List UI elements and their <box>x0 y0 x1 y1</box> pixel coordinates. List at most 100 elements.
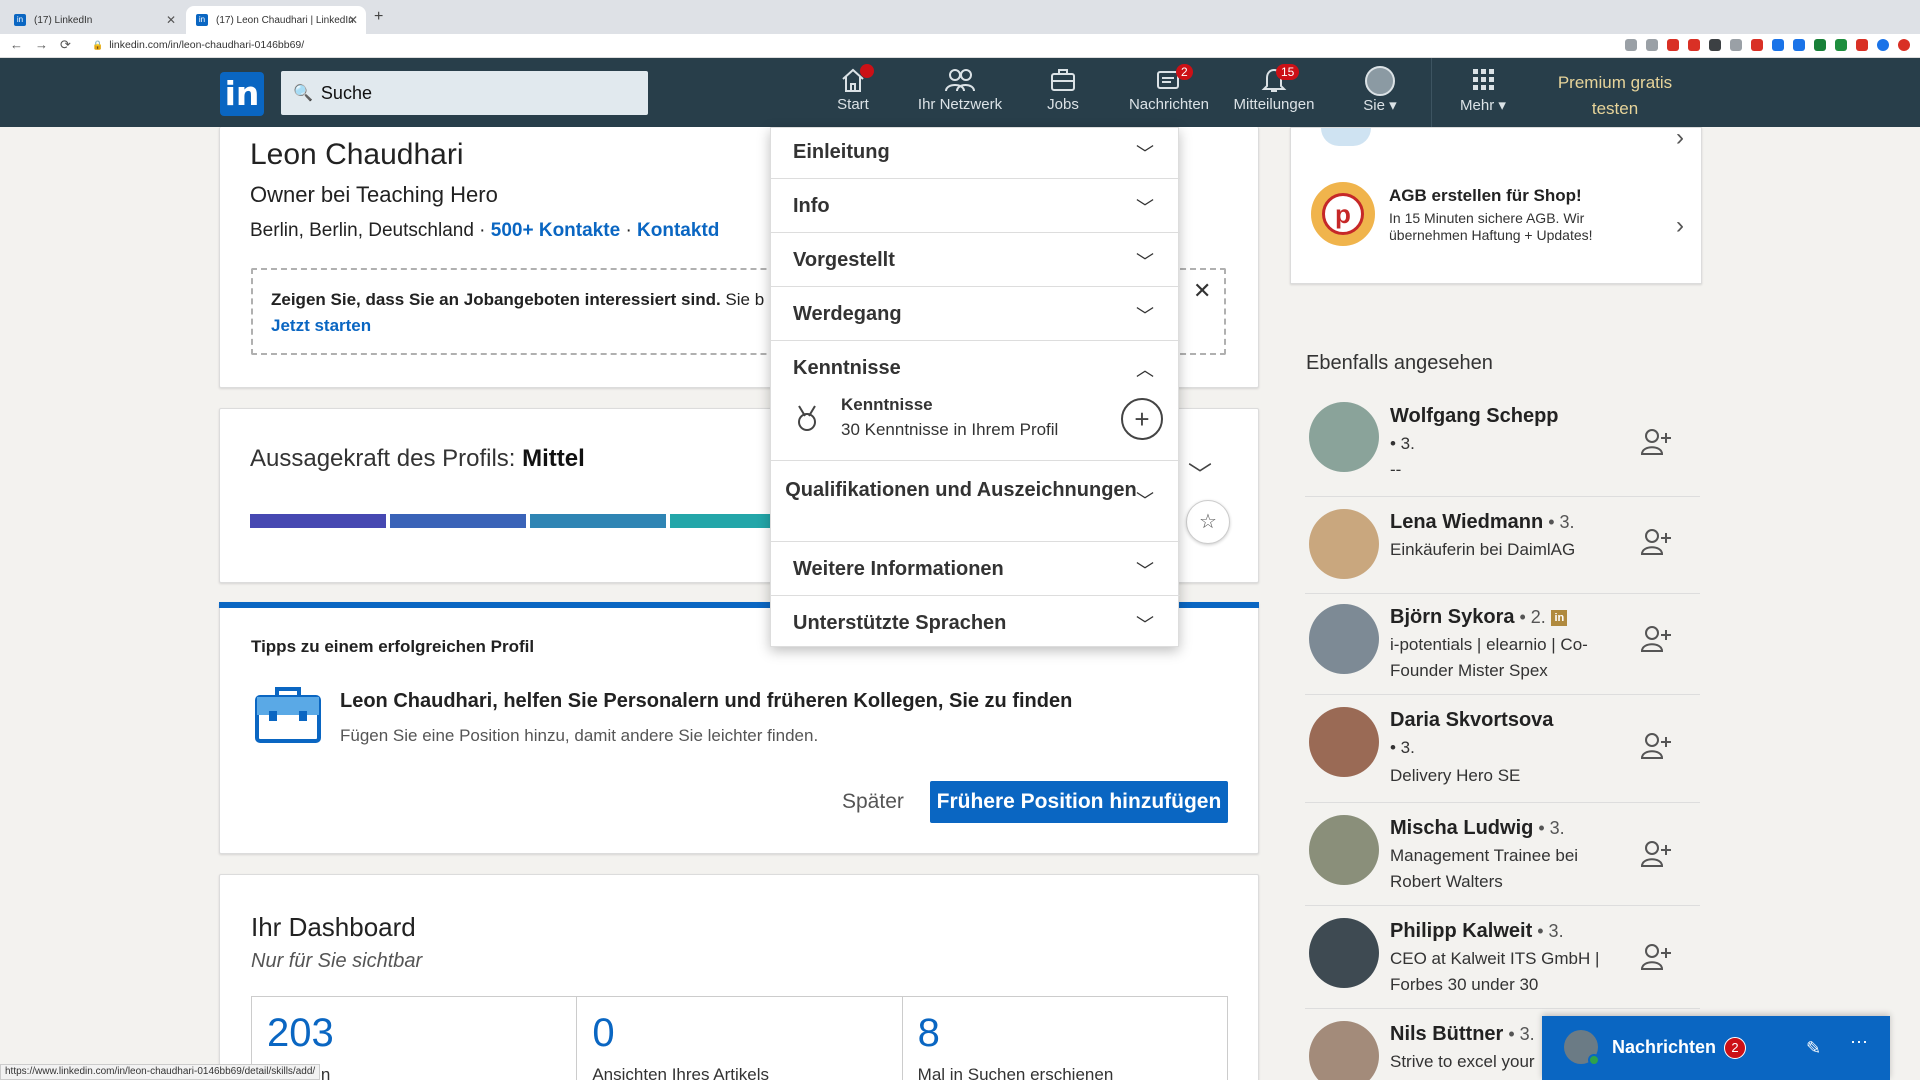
chevron-right-icon[interactable]: › <box>1676 124 1684 152</box>
start-now-link[interactable]: Jetzt starten <box>271 316 371 336</box>
contacts-link[interactable]: 500+ Kontakte <box>491 220 620 241</box>
chevron-right-icon[interactable]: › <box>1676 212 1684 240</box>
extension-icon[interactable] <box>1793 39 1805 51</box>
extension-icon[interactable] <box>1688 39 1700 51</box>
ad-card: › p AGB erstellen für Shop! In 15 Minute… <box>1290 124 1702 284</box>
extension-icon[interactable] <box>1709 39 1721 51</box>
grid-icon <box>1448 66 1518 94</box>
search-placeholder: Suche <box>320 82 372 103</box>
later-button[interactable]: Später <box>842 790 904 814</box>
contact-info-link[interactable]: Kontaktd <box>637 220 719 241</box>
degree: • 3. <box>1532 921 1564 941</box>
stat-label: Ansichten Ihres Artikels <box>592 1065 770 1080</box>
tips-title: Tipps zu einem erfolgreichen Profil <box>251 637 535 656</box>
new-tab-icon[interactable]: + <box>374 8 383 26</box>
name-text: Björn Sykora <box>1390 606 1515 628</box>
section-additional-info[interactable]: Weitere Informationen ﹀ <box>771 542 1180 596</box>
extension-icon[interactable] <box>1772 39 1784 51</box>
browser-tab-profile[interactable]: in (17) Leon Chaudhari | LinkedIn ✕ <box>186 6 366 34</box>
section-intro[interactable]: Einleitung ﹀ <box>771 128 1180 179</box>
chevron-down-icon: ﹀ <box>1136 561 1154 581</box>
compose-icon[interactable]: ✎ <box>1806 1038 1821 1059</box>
connect-button[interactable] <box>1640 427 1672 462</box>
star-icon[interactable] <box>1646 39 1658 51</box>
close-tab-icon[interactable]: ✕ <box>348 13 358 27</box>
dashboard-stats: 203 nsichten 0 Ansichten Ihres Artikels … <box>251 996 1228 1080</box>
extension-icon[interactable] <box>1814 39 1826 51</box>
lock-icon: 🔒 <box>92 40 104 50</box>
zoom-icon[interactable] <box>1625 39 1637 51</box>
star-icon[interactable]: ☆ <box>1186 500 1230 544</box>
extension-icon[interactable] <box>1751 39 1763 51</box>
section-featured[interactable]: Vorgestellt ﹀ <box>771 233 1180 287</box>
more-icon[interactable]: ⋯ <box>1850 1032 1868 1053</box>
extension-icon[interactable] <box>1730 39 1742 51</box>
list-item[interactable]: Wolfgang Schepp • 3. -- <box>1305 397 1700 497</box>
extension-icon[interactable] <box>1667 39 1679 51</box>
nav-me[interactable]: Sie ▾ <box>1350 66 1410 126</box>
messaging-bar[interactable]: Nachrichten 2 ✎ ⋯ <box>1542 1016 1890 1080</box>
person-name: Lena Wiedmann • 3. <box>1390 511 1575 534</box>
section-skills[interactable]: Kenntnisse ︿ <box>771 341 1180 461</box>
stat-article-views[interactable]: 0 Ansichten Ihres Artikels <box>577 997 903 1080</box>
section-certifications[interactable]: Qualifikationen und Auszeichnungen ﹀ <box>771 461 1180 542</box>
profile-icon[interactable] <box>1877 39 1889 51</box>
nav-notifications-badge: 15 <box>1276 64 1300 80</box>
linkedin-favicon-icon: in <box>196 14 208 26</box>
close-tab-icon[interactable]: ✕ <box>166 13 176 27</box>
nav-start[interactable]: Start <box>818 64 888 126</box>
address-bar: ←→⟳ 🔒 linkedin.com/in/leon-chaudhari-0146… <box>0 34 1920 58</box>
list-item[interactable]: Lena Wiedmann • 3. Einkäuferin bei Daiml… <box>1305 497 1700 594</box>
extension-icon[interactable] <box>1835 39 1847 51</box>
section-languages[interactable]: Unterstützte Sprachen ﹀ <box>771 596 1180 648</box>
browser-tab-linkedin[interactable]: in (17) LinkedIn ✕ <box>4 6 184 34</box>
nav-more[interactable]: Mehr ▾ <box>1448 66 1518 126</box>
add-skill-button[interactable]: + <box>1121 398 1163 440</box>
stat-label: Mal in Suchen erschienen <box>917 1065 1114 1080</box>
nav-messages[interactable]: 2 Nachrichten <box>1122 64 1216 126</box>
connect-button[interactable] <box>1640 624 1672 659</box>
nav-label: Sie <box>1363 97 1385 114</box>
ad-title[interactable]: AGB erstellen für Shop! <box>1389 186 1582 206</box>
list-item[interactable]: Björn Sykora • 2. in i-potentials | elea… <box>1305 594 1700 695</box>
browser-nav-icons[interactable]: ←→⟳ <box>10 37 83 53</box>
chevron-down-icon: ﹀ <box>1136 615 1154 635</box>
chevron-up-icon: ︿ <box>1136 360 1154 380</box>
connect-button[interactable] <box>1640 527 1672 562</box>
degree: • 3. <box>1543 512 1575 532</box>
section-label: Info <box>793 195 830 217</box>
search-input[interactable]: 🔍 Suche <box>281 71 648 115</box>
extension-icon[interactable] <box>1898 39 1910 51</box>
premium-link[interactable]: Premium gratis testen <box>1540 70 1690 122</box>
premium-line2: testen <box>1591 99 1639 118</box>
connect-button[interactable] <box>1640 942 1672 977</box>
extension-icon[interactable] <box>1856 39 1868 51</box>
list-item[interactable]: Philipp Kalweit • 3. CEO at Kalweit ITS … <box>1305 906 1700 1009</box>
profile-name: Leon Chaudhari <box>250 138 464 171</box>
list-item[interactable]: Daria Skvortsova • 3. Delivery Hero SE <box>1305 695 1700 803</box>
connect-button[interactable] <box>1640 731 1672 766</box>
linkedin-logo[interactable]: in <box>220 72 264 116</box>
person-name: Björn Sykora • 2. in <box>1390 606 1568 629</box>
avatar <box>1350 66 1410 96</box>
person-detail: i-potentials | elearnio | Co-Founder Mis… <box>1390 635 1588 680</box>
stat-search-appearances[interactable]: 8 Mal in Suchen erschienen <box>903 997 1227 1080</box>
section-info[interactable]: Info ﹀ <box>771 179 1180 233</box>
nav-notifications[interactable]: 15 Mitteilungen <box>1228 64 1320 126</box>
chevron-down-icon: ﹀ <box>1136 198 1154 218</box>
add-position-button[interactable]: Frühere Position hinzufügen <box>930 781 1228 823</box>
person-name: Daria Skvortsova <box>1390 709 1553 732</box>
chevron-down-icon[interactable]: ﹀ <box>1188 455 1212 490</box>
section-label: Werdegang <box>793 303 902 325</box>
nav-network[interactable]: Ihr Netzwerk <box>910 66 1010 126</box>
chevron-down-icon: ﹀ <box>1136 252 1154 272</box>
close-icon[interactable]: ✕ <box>1193 278 1211 304</box>
connect-button[interactable] <box>1640 839 1672 874</box>
medal-icon <box>795 404 819 439</box>
list-item[interactable]: Mischa Ludwig • 3. Management Trainee be… <box>1305 803 1700 906</box>
nav-messages-badge: 2 <box>1176 64 1193 80</box>
nav-jobs[interactable]: Jobs <box>1030 66 1096 126</box>
person-name: Wolfgang Schepp <box>1390 405 1559 428</box>
section-experience[interactable]: Werdegang ﹀ <box>771 287 1180 341</box>
url-field[interactable]: 🔒 linkedin.com/in/leon-chaudhari-0146bb69… <box>92 39 304 51</box>
